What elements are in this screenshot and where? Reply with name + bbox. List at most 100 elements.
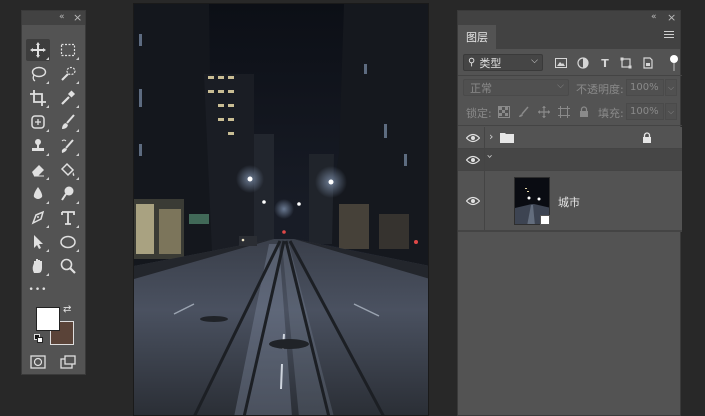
clone-stamp-icon — [32, 139, 44, 151]
path-select-tool[interactable] — [26, 231, 50, 253]
expand-chevron-icon[interactable]: › — [489, 130, 493, 143]
screen-mode-button[interactable] — [56, 351, 80, 373]
type-tool[interactable] — [56, 207, 80, 229]
quick-select-icon — [61, 66, 76, 81]
tool-group-indicator — [76, 81, 79, 84]
healing-brush-icon — [31, 115, 45, 129]
brush-tool[interactable] — [56, 111, 80, 133]
tool-group-indicator — [46, 249, 49, 252]
opacity-input[interactable]: 100% — [626, 79, 664, 96]
history-brush-icon — [61, 139, 74, 153]
rect-marquee-icon — [60, 43, 76, 57]
collapse-icon[interactable]: « — [651, 12, 657, 22]
hand-tool[interactable] — [26, 255, 50, 277]
ellipse-tool[interactable] — [56, 231, 80, 253]
dodge-tool[interactable] — [56, 183, 80, 205]
layer-row-city[interactable]: 城市 — [458, 171, 682, 231]
zoom-tool[interactable] — [56, 255, 80, 277]
tool-group-indicator — [46, 81, 49, 84]
lasso-icon — [31, 66, 47, 82]
tool-group-indicator — [46, 57, 49, 60]
ellipse-icon — [60, 235, 76, 249]
marquee-tool[interactable] — [56, 39, 80, 61]
divider — [458, 231, 682, 232]
shape-filter-icon[interactable] — [619, 56, 633, 70]
type-filter-icon[interactable]: T — [598, 56, 612, 70]
layer-row-group-expanded[interactable]: › — [458, 149, 682, 171]
divider — [484, 127, 485, 149]
tool-group-indicator — [76, 57, 79, 60]
filter-toggle-stem — [673, 63, 675, 71]
eraser-icon — [32, 165, 44, 177]
layer-name[interactable]: 城市 — [558, 194, 580, 210]
blur-tool[interactable] — [26, 183, 50, 205]
edit-toolbar-button[interactable]: ••• — [26, 279, 50, 301]
lock-transparent-icon[interactable] — [498, 106, 510, 118]
fill-input[interactable]: 100% — [626, 103, 664, 120]
tab-layers[interactable]: 图层 — [458, 25, 496, 49]
filter-toggle-icon[interactable] — [670, 55, 678, 63]
layer-filter-row: ⚲ 类型 ⌵ T — [458, 51, 682, 75]
path-select-icon — [34, 235, 43, 249]
tool-group-indicator — [46, 201, 49, 204]
fill-dropdown[interactable]: ⌵ — [665, 103, 677, 120]
tool-group-indicator — [76, 177, 79, 180]
lasso-tool[interactable] — [26, 63, 50, 85]
divider — [458, 125, 682, 126]
tool-group-indicator — [46, 273, 49, 276]
visibility-eye-icon[interactable] — [465, 196, 481, 206]
filter-type-label: 类型 — [479, 56, 502, 70]
swap-colors-icon[interactable]: ⇄ — [63, 304, 71, 315]
adjustment-filter-icon[interactable] — [576, 56, 590, 70]
type-icon — [61, 211, 75, 225]
document-canvas[interactable] — [133, 3, 429, 416]
opacity-dropdown[interactable]: ⌵ — [665, 79, 677, 96]
hand-icon — [32, 259, 42, 273]
close-icon[interactable]: × — [667, 11, 676, 24]
divider — [484, 149, 485, 171]
clone-stamp-tool[interactable] — [26, 135, 50, 157]
eraser-tool[interactable] — [26, 159, 50, 181]
divider — [458, 75, 682, 76]
filter-type-select[interactable]: ⚲ 类型 ⌵ — [463, 54, 543, 71]
image-filter-icon[interactable] — [554, 56, 568, 70]
blend-mode-select[interactable]: 正常 ⌵ — [463, 79, 569, 96]
quick-select-tool[interactable] — [56, 63, 80, 85]
foreground-color-swatch[interactable] — [36, 307, 60, 331]
blend-mode-value: 正常 — [470, 81, 492, 95]
default-colors-icon[interactable] — [34, 334, 44, 344]
tool-group-indicator — [76, 201, 79, 204]
screen-mode-icon — [60, 355, 76, 369]
tool-group-indicator — [46, 225, 49, 228]
close-icon[interactable]: × — [73, 11, 82, 24]
crop-tool[interactable] — [26, 87, 50, 109]
lock-position-icon[interactable] — [538, 106, 550, 118]
lock-all-icon[interactable] — [578, 106, 590, 118]
history-brush-tool[interactable] — [56, 135, 80, 157]
collapse-chevron-icon[interactable]: › — [484, 154, 497, 158]
panel-menu-icon[interactable] — [664, 31, 674, 41]
fill-label: 填充: — [598, 107, 624, 120]
move-tool[interactable] — [26, 39, 50, 61]
quick-mask-button[interactable] — [26, 351, 50, 373]
chevron-down-icon: ⌵ — [557, 81, 564, 91]
tool-group-indicator — [46, 153, 49, 156]
divider — [484, 171, 485, 231]
chevron-down-icon: ⌵ — [531, 56, 538, 66]
paint-bucket-tool[interactable] — [56, 159, 80, 181]
lock-pixels-icon[interactable] — [518, 106, 530, 118]
quick-mask-icon — [30, 355, 46, 369]
pen-tool[interactable] — [26, 207, 50, 229]
smart-object-filter-icon[interactable] — [641, 56, 655, 70]
visibility-eye-icon[interactable] — [465, 155, 481, 165]
folder-icon — [500, 132, 514, 143]
layer-row-group-collapsed[interactable]: › — [458, 127, 682, 149]
tool-group-indicator — [46, 177, 49, 180]
visibility-eye-icon[interactable] — [465, 133, 481, 143]
eyedropper-tool[interactable] — [56, 87, 80, 109]
healing-tool[interactable] — [26, 111, 50, 133]
lock-artboard-icon[interactable] — [558, 106, 570, 118]
layers-panel: « × 图层 ⚲ 类型 ⌵ T 正常 ⌵ 不透明度: 100% ⌵ 锁定: 填充… — [457, 10, 682, 416]
collapse-icon[interactable]: « — [59, 12, 65, 22]
tool-group-indicator — [76, 153, 79, 156]
